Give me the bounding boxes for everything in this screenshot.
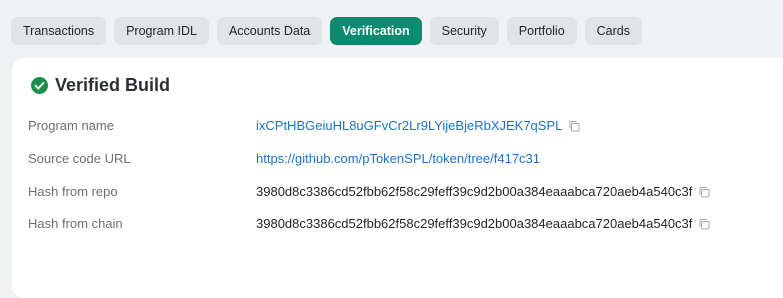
hash-from-repo-value: 3980d8c3386cd52fbb62f58c29feff39c9d2b00a…	[256, 184, 693, 199]
source-code-url-link[interactable]: https://github.com/pTokenSPL/token/tree/…	[256, 151, 540, 166]
program-name-label: Program name	[28, 118, 114, 133]
copy-icon[interactable]	[568, 120, 580, 132]
tab-accounts-data[interactable]: Accounts Data	[216, 17, 323, 45]
tab-cards[interactable]: Cards	[584, 17, 642, 45]
source-code-url-row: Source code URL https://github.com/pToke…	[28, 151, 540, 166]
tab-security[interactable]: Security	[429, 17, 499, 45]
tab-portfolio[interactable]: Portfolio	[506, 17, 577, 45]
check-circle-icon	[31, 77, 48, 94]
tab-verification[interactable]: Verification	[330, 17, 422, 45]
copy-icon[interactable]	[698, 218, 710, 230]
card-title: Verified Build	[55, 75, 171, 95]
hash-from-repo-label: Hash from repo	[28, 184, 118, 199]
hash-from-chain-label: Hash from chain	[28, 216, 123, 231]
copy-icon[interactable]	[698, 186, 710, 198]
verification-card: Verified Build Program name ixCPtHBGeiuH…	[12, 58, 783, 298]
tab-transactions[interactable]: Transactions	[11, 17, 107, 45]
source-code-url-label: Source code URL	[28, 151, 131, 166]
program-name-link[interactable]: ixCPtHBGeiuHL8uGFvCr2Lr9LYijeBjeRbXJEK7q…	[256, 118, 562, 133]
card-header: Verified Build	[31, 75, 170, 96]
tab-bar: Transactions Program IDL Accounts Data V…	[11, 17, 642, 45]
tab-program-idl[interactable]: Program IDL	[114, 17, 209, 45]
hash-from-chain-value: 3980d8c3386cd52fbb62f58c29feff39c9d2b00a…	[256, 216, 693, 231]
hash-from-repo-row: Hash from repo 3980d8c3386cd52fbb62f58c2…	[28, 184, 710, 199]
hash-from-chain-row: Hash from chain 3980d8c3386cd52fbb62f58c…	[28, 216, 710, 231]
program-name-row: Program name ixCPtHBGeiuHL8uGFvCr2Lr9LYi…	[28, 118, 580, 133]
